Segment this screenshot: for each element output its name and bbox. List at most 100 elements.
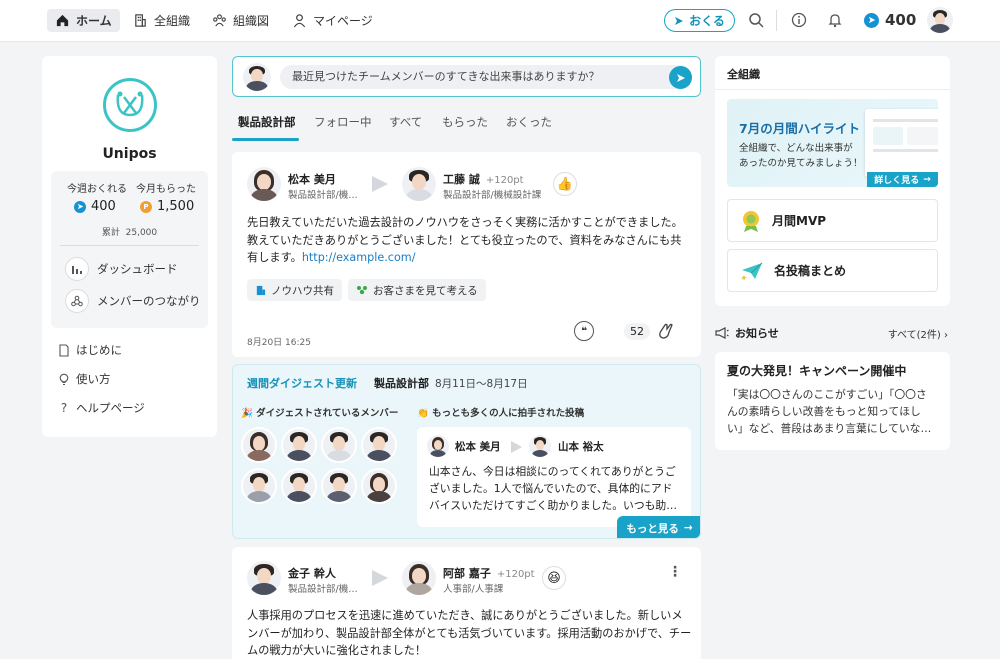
recipient-name[interactable]: 工藤 誠 +120pt <box>443 171 524 187</box>
sender-name[interactable]: 松本 美月 <box>288 171 336 187</box>
search-icon[interactable] <box>748 12 764 28</box>
hashtag-knowhow[interactable]: ノウハウ共有 <box>247 279 342 301</box>
report-preview-image <box>865 109 938 177</box>
digest-title: 週間ダイジェスト更新 <box>247 377 357 390</box>
person-icon <box>293 14 306 28</box>
help-page-link[interactable]: ? ヘルプページ <box>58 400 145 416</box>
banner-detail-button[interactable]: 詳しく見る → <box>867 172 938 187</box>
sender-name[interactable]: 金子 幹人 <box>288 565 336 581</box>
sender-avatar[interactable] <box>247 167 281 201</box>
dashboard-link[interactable]: ダッシュボード <box>65 257 178 281</box>
recipient-dept: 人事部/人事課 <box>443 584 504 595</box>
stats-divider <box>60 245 199 246</box>
nav-org-chart[interactable]: 組織図 <box>204 9 277 32</box>
notice-card[interactable]: 夏の大発見！キャンペーン開催中 「実は〇〇さんのここがすごい」「〇〇さ んの素晴… <box>715 352 950 450</box>
active-tab-indicator <box>232 138 299 141</box>
recipient-name: 山本 裕太 <box>558 441 604 453</box>
nav-my-page-label: マイページ <box>313 14 373 28</box>
recipient-name[interactable]: 阿部 嘉子 +120pt <box>443 565 535 581</box>
clap-button[interactable]: 52 <box>624 321 676 341</box>
digest-member-avatar[interactable] <box>321 468 357 504</box>
digest-members-heading: 🎉 ダイジェストされているメンバー <box>241 408 399 419</box>
tab-received[interactable]: もらった <box>442 114 488 130</box>
tab-sent[interactable]: おくった <box>506 114 552 130</box>
send-points-value: 400 <box>91 199 116 214</box>
digest-top-heading: 👏 もっとも多くの人に拍手された投稿 <box>417 408 585 419</box>
direction-arrow-icon <box>372 570 388 586</box>
recipient-avatar[interactable] <box>402 167 436 201</box>
nav-all-org[interactable]: 全組織 <box>125 9 198 32</box>
post-body-line: 先日教えていただいた過去設計のノウハウをさっそく実務に活かすことができました。 <box>247 216 683 229</box>
how-to-use-link[interactable]: 使い方 <box>58 371 111 387</box>
points-value: 400 <box>885 11 917 29</box>
medal-icon <box>743 210 759 232</box>
building-icon <box>256 285 266 295</box>
nav-org-chart-label: 組織図 <box>233 14 270 28</box>
bell-icon[interactable] <box>827 12 843 28</box>
post-card: 金子 幹人 製品設計部/機… 阿部 嘉子 +120pt 人事部/人事課 😆 ⋮ 人… <box>232 547 701 659</box>
post-composer[interactable]: 最近見つけたチームメンバーのすてきな出来事はありますか？ <box>232 56 701 97</box>
member-connections-link[interactable]: メンバーのつながり <box>65 289 201 313</box>
notice-title-label: お知らせ <box>735 327 779 340</box>
banner-title: 7月の月間ハイライト <box>739 121 860 136</box>
more-options-icon[interactable]: ⋮ <box>668 564 682 580</box>
sender-name: 松本 美月 <box>455 441 501 453</box>
clap-icon <box>659 323 673 339</box>
hashtag-label: お客さまを見て考える <box>373 284 478 297</box>
left-sidebar: Unipos 今週おくれる 今月もらった 400 P 1,500 累計 25,0… <box>42 56 217 437</box>
send-arrow-icon <box>675 16 684 25</box>
tab-following[interactable]: フォロー中 <box>314 114 372 130</box>
send-button[interactable]: おくる <box>664 9 735 32</box>
sender-avatar[interactable] <box>247 561 281 595</box>
post-body: 先日教えていただいた過去設計のノウハウをさっそく実務に活かすことができました。 … <box>247 214 692 267</box>
notice-card-title: 夏の大発見！キャンペーン開催中 <box>727 364 907 378</box>
question-icon: ? <box>60 401 68 415</box>
clap-count: 52 <box>624 322 650 340</box>
composer-send-button[interactable] <box>669 66 692 89</box>
digest-member-avatar[interactable] <box>241 427 277 463</box>
best-posts-link[interactable]: 名投稿まとめ <box>727 249 938 292</box>
composer-avatar <box>243 63 271 91</box>
top-post-text: 山本さん、今日は相談にのってくれてありがとうご ざいました。1人で悩んでいたので… <box>429 463 683 514</box>
post-timestamp: 8月20日 16:25 <box>247 338 311 348</box>
nav-my-page[interactable]: マイページ <box>284 9 381 32</box>
lightbulb-icon <box>59 373 69 385</box>
getting-started-link[interactable]: はじめに <box>58 342 122 358</box>
nav-home[interactable]: ホーム <box>47 9 120 32</box>
network-icon <box>65 289 89 313</box>
notice-all-link[interactable]: すべて(2件) › <box>888 326 948 341</box>
post-body-line: ムの戦力が大いに強化されました！ <box>247 644 427 657</box>
sender-dept: 製品設計部/機… <box>288 190 358 201</box>
received-points-label: 今月もらった <box>136 184 196 195</box>
tab-all[interactable]: すべて <box>389 114 422 130</box>
info-icon[interactable] <box>791 12 807 28</box>
notice-text-line: い」など、普段はあまり言葉にしていな… <box>727 422 932 435</box>
recipient-avatar[interactable] <box>402 561 436 595</box>
post-body-line: 人事採用のプロセスを迅速に進めていただき、誠にありがとうございました。新しいメ <box>247 609 683 622</box>
digest-member-avatar[interactable] <box>281 427 317 463</box>
nav-all-org-label: 全組織 <box>154 14 191 28</box>
see-more-button[interactable]: もっと見る → <box>617 516 700 538</box>
digest-member-avatar[interactable] <box>281 468 317 504</box>
top-post-line: ざいました。1人で悩んでいたので、具体的にアド <box>429 482 673 495</box>
composer-input[interactable]: 最近見つけたチームメンバーのすてきな出来事はありますか？ <box>280 65 692 89</box>
banner-detail-label: 詳しく見る <box>874 176 920 186</box>
digest-member-avatar[interactable] <box>241 468 277 504</box>
thumbs-up-icon: 👍 <box>553 172 577 196</box>
post-link[interactable]: http://example.com/ <box>302 251 416 264</box>
top-post-card[interactable]: 松本 美月 山本 裕太 山本さん、今日は相談にのってくれてありがとうご ざいまし… <box>417 427 691 527</box>
comment-button[interactable]: ❝ <box>574 321 594 341</box>
digest-member-avatar[interactable] <box>361 427 397 463</box>
how-to-use-label: 使い方 <box>76 372 111 386</box>
notice-text-line: 「実は〇〇さんのここがすごい」「〇〇さ <box>727 388 927 401</box>
monthly-highlight-banner[interactable]: 7月の月間ハイライト 全組織で、どんな出来事が あったのか見てみましょう！ 詳し… <box>727 99 938 187</box>
direction-arrow-icon <box>511 441 522 453</box>
hashtag-customer[interactable]: お客さまを見て考える <box>348 279 486 301</box>
tab-department[interactable]: 製品設計部 <box>238 114 296 130</box>
monthly-mvp-link[interactable]: 月間MVP <box>727 199 938 242</box>
document-icon <box>59 343 69 357</box>
digest-member-avatar[interactable] <box>321 427 357 463</box>
recipient-avatar <box>529 435 551 457</box>
digest-member-avatar[interactable] <box>361 468 397 504</box>
user-avatar[interactable] <box>927 7 953 33</box>
